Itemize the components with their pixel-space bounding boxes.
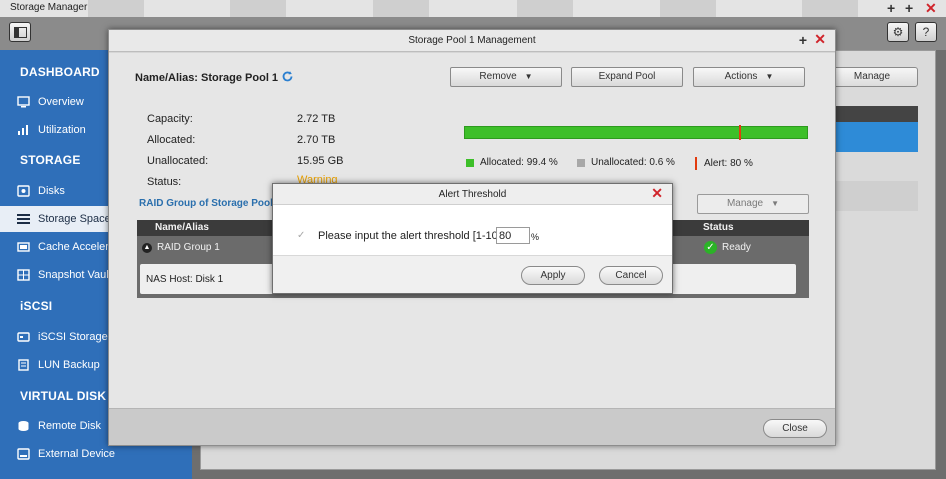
background-selected-row[interactable] — [836, 122, 918, 152]
check-icon: ✓ — [704, 241, 717, 254]
capacity-label: Capacity: — [147, 113, 193, 125]
background-app-icon — [660, 0, 716, 17]
collapse-toggle-icon[interactable]: ▲ — [142, 243, 152, 253]
alert-swatch — [695, 157, 697, 170]
raid-group-status: Ready — [722, 242, 751, 253]
capacity-value: 2.72 TB — [297, 113, 336, 125]
sidebar-section-iscsi: iSCSI — [20, 299, 53, 313]
allocated-value: 2.70 TB — [297, 134, 336, 146]
background-app-icon — [517, 0, 573, 17]
legend-unallocated-text: Unallocated: 0.6 % — [591, 157, 675, 168]
sidebar-item-label: Overview — [38, 96, 84, 108]
sidebar-toggle-button[interactable] — [9, 22, 31, 42]
sidebar-item-label: Disks — [38, 185, 65, 197]
window-close-button[interactable]: ✕ — [814, 31, 826, 48]
dialog-close-button[interactable]: ✕ — [651, 185, 663, 202]
gear-icon: ⚙ — [892, 25, 904, 39]
dialog-title: Alert Threshold — [273, 184, 672, 205]
panel-icon — [13, 26, 27, 38]
column-name-alias: Name/Alias — [155, 222, 209, 233]
raid-group-name: RAID Group 1 — [157, 242, 220, 253]
apply-button[interactable]: Apply — [521, 266, 585, 285]
threshold-input[interactable] — [496, 227, 530, 244]
caret-down-icon: ▼ — [765, 72, 774, 81]
sidebar-item-label: Storage Space — [38, 213, 111, 225]
pool-alias: Name/Alias: Storage Pool 1 — [135, 72, 279, 84]
caret-down-icon: ▼ — [771, 199, 780, 208]
sidebar-item-label: External Device — [38, 448, 116, 460]
help-icon: ? — [922, 25, 930, 39]
background-table-row[interactable] — [836, 181, 918, 211]
app-titlebar: Storage Manager + + ✕ — [0, 0, 946, 17]
sidebar-item-label: Remote Disk — [38, 420, 101, 432]
legend-allocated-text: Allocated: 99.4 % — [480, 157, 558, 168]
iscsi-storage-icon — [17, 331, 30, 343]
unallocated-label: Unallocated: — [147, 155, 209, 167]
percent-unit: % — [531, 232, 540, 242]
status-label: Status: — [147, 176, 182, 188]
external-device-icon — [17, 448, 30, 460]
settings-button[interactable]: ⚙ — [887, 22, 909, 42]
background-app-icon — [373, 0, 429, 17]
help-button[interactable]: ? — [915, 22, 937, 42]
background-app-icon — [88, 0, 144, 17]
sidebar-item-label: LUN Backup — [38, 359, 100, 371]
background-manage-button[interactable]: Manage — [826, 67, 918, 87]
background-app-icon — [230, 0, 286, 17]
column-status: Status — [703, 222, 734, 233]
storage-list-icon — [17, 213, 30, 225]
raid-manage-label: Manage — [726, 198, 764, 209]
sidebar-section-dashboard: DASHBOARD — [20, 65, 100, 79]
window-expand-button[interactable]: + — [799, 32, 807, 48]
backup-icon — [17, 359, 30, 371]
remove-label: Remove — [479, 71, 517, 82]
maximize-button[interactable]: + — [905, 0, 913, 16]
sidebar-section-virtual-disk: VIRTUAL DISK — [20, 389, 107, 403]
allocated-swatch — [466, 158, 474, 167]
host-disk-label: NAS Host: Disk 1 — [146, 274, 224, 285]
cancel-button[interactable]: Cancel — [599, 266, 663, 285]
minimize-button[interactable]: + — [887, 0, 895, 16]
expand-pool-label: Expand Pool — [598, 71, 656, 82]
remote-disk-icon — [17, 420, 30, 432]
monitor-icon — [17, 96, 30, 108]
legend-alert-text: Alert: 80 % — [704, 158, 753, 169]
legend-allocated: Allocated: 99.4 % — [466, 157, 558, 168]
unallocated-value: 15.95 GB — [297, 155, 344, 167]
remove-button[interactable]: Remove ▼ — [450, 67, 562, 87]
background-table-header — [836, 106, 918, 122]
sidebar-section-storage: STORAGE — [20, 153, 81, 167]
caret-down-icon: ▼ — [524, 72, 533, 81]
alert-threshold-marker — [739, 125, 741, 140]
refresh-icon[interactable] — [281, 70, 294, 83]
raid-manage-button[interactable]: Manage ▼ — [697, 194, 809, 214]
legend-alert: Alert: 80 % — [695, 157, 753, 170]
sidebar-item-label: iSCSI Storage — [38, 331, 108, 343]
alert-threshold-dialog: Alert Threshold ✕ ✓ Please input the ale… — [272, 183, 673, 294]
threshold-checkbox[interactable]: ✓ — [297, 230, 305, 241]
actions-button[interactable]: Actions ▼ — [693, 67, 805, 87]
actions-label: Actions — [724, 71, 758, 82]
sidebar-item-label: Snapshot Vault — [38, 269, 112, 281]
window-footer — [109, 408, 835, 445]
expand-pool-button[interactable]: Expand Pool — [571, 67, 683, 87]
allocated-label: Allocated: — [147, 134, 196, 146]
app-title: Storage Manager — [10, 2, 88, 13]
background-app-icon — [802, 0, 858, 17]
close-button[interactable]: Close — [763, 419, 827, 438]
cache-icon — [17, 241, 30, 253]
legend-unallocated: Unallocated: 0.6 % — [577, 157, 675, 168]
sidebar-item-label: Cache Accelerat — [38, 241, 119, 253]
unallocated-swatch — [577, 158, 585, 167]
vault-icon — [17, 269, 30, 281]
usage-bar — [464, 126, 808, 139]
window-title: Storage Pool 1 Management — [109, 30, 835, 52]
threshold-label: Please input the alert threshold [1-100] — [318, 230, 507, 242]
raid-group-title: RAID Group of Storage Pool 1 — [139, 198, 279, 209]
sidebar-item-label: Utilization — [38, 124, 86, 136]
disk-icon — [17, 185, 30, 197]
app-close-button[interactable]: ✕ — [925, 0, 937, 16]
bar-chart-icon — [17, 124, 30, 136]
